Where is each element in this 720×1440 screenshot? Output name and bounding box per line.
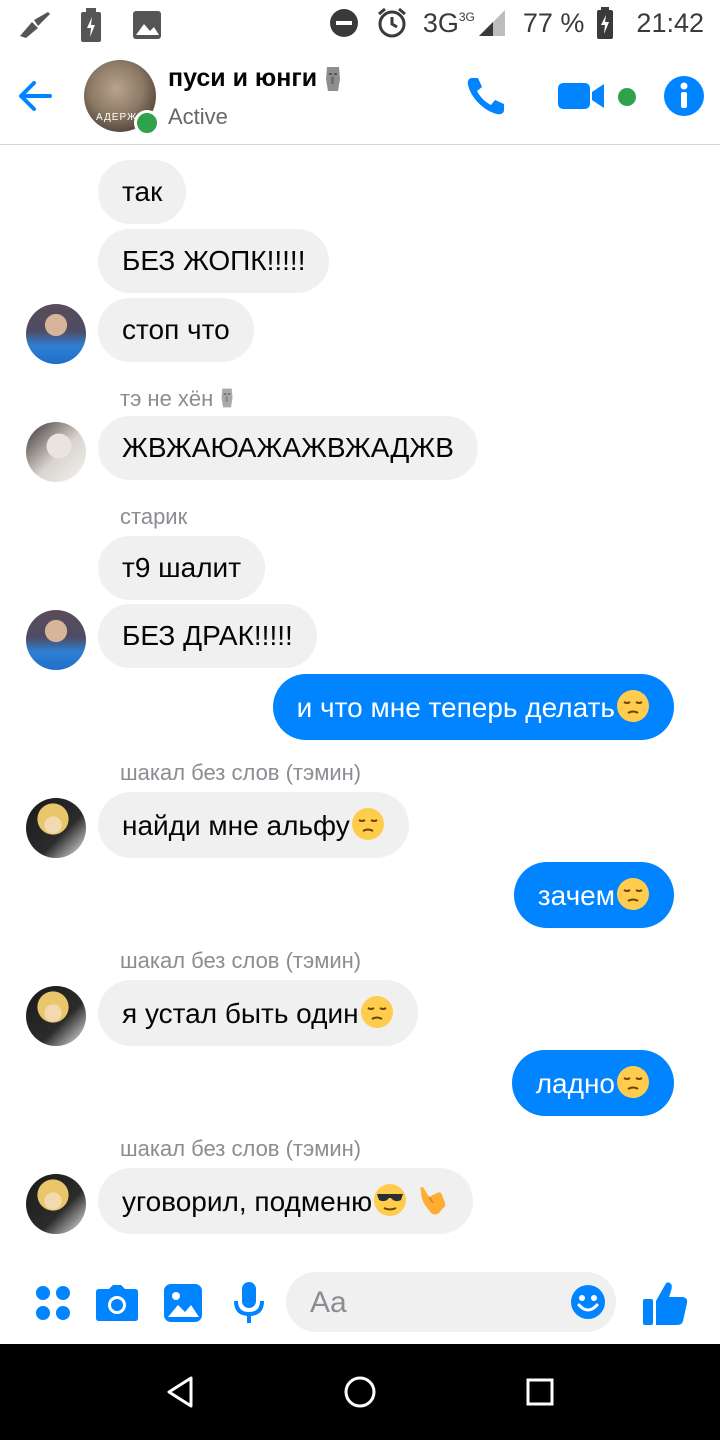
sender-avatar[interactable]	[26, 798, 86, 858]
pensive-face-icon	[617, 878, 649, 910]
sender-name: старик	[120, 504, 188, 529]
message-bubble[interactable]: ладно	[511, 1050, 674, 1116]
message-bubble[interactable]: т9 шалит	[98, 536, 266, 600]
video-call-icon[interactable]	[556, 72, 606, 120]
message-bubble[interactable]: и что мне теперь делать	[272, 674, 674, 740]
call-me-hand-icon	[420, 1187, 446, 1215]
camera-icon[interactable]	[94, 1280, 140, 1326]
menu-dots-icon[interactable]	[30, 1280, 76, 1326]
broom-icon	[18, 8, 52, 42]
system-nav-bar	[0, 1344, 720, 1440]
emoji-icon[interactable]	[570, 1284, 606, 1320]
moai-icon	[221, 388, 233, 408]
sender-avatar[interactable]	[26, 422, 86, 482]
video-active-dot	[618, 88, 636, 106]
sender-name: тэ не хён	[120, 386, 235, 412]
gallery-icon	[130, 8, 164, 42]
message-bubble[interactable]: уговорил, подменю	[98, 1168, 474, 1234]
sender-avatar[interactable]	[26, 986, 86, 1046]
network-type: 3G 3G	[422, 7, 475, 38]
message-input-container	[286, 1272, 616, 1334]
chat-status: Active	[168, 104, 228, 129]
message-bubble[interactable]: я устал быть один	[98, 980, 418, 1046]
sender-avatar[interactable]	[26, 610, 86, 670]
message-composer	[0, 1262, 720, 1344]
phone-icon[interactable]	[462, 72, 510, 120]
message-bubble[interactable]: БЕЗ ДРАК!!!!!	[98, 604, 317, 668]
like-icon[interactable]	[640, 1280, 690, 1326]
battery-icon	[588, 6, 622, 40]
nav-recents-icon[interactable]	[516, 1368, 564, 1416]
message-bubble[interactable]: так	[98, 160, 187, 224]
message-bubble[interactable]: найди мне альфу	[98, 792, 409, 858]
signal-icon	[475, 6, 509, 40]
chat-title[interactable]: пуси и юнги	[168, 64, 343, 93]
clock: 21:42	[636, 7, 704, 38]
message-bubble[interactable]: стоп что	[98, 298, 254, 362]
sender-name: шакал без слов (тэмин)	[120, 1136, 362, 1161]
pensive-face-icon	[360, 996, 393, 1028]
chat-header: АДЕРЖ пуси и юнги Active	[0, 50, 720, 145]
message-bubble[interactable]: БЕЗ ЖОПК!!!!!	[98, 229, 330, 293]
sender-name: шакал без слов (тэмин)	[120, 760, 362, 785]
sender-name: шакал без слов (тэмин)	[120, 948, 362, 973]
status-bar: 3G 3G 77 % 21:42	[0, 0, 720, 50]
nav-home-icon[interactable]	[336, 1368, 384, 1416]
moai-icon	[326, 66, 341, 91]
message-input[interactable]	[308, 1272, 562, 1334]
sunglasses-face-icon	[374, 1184, 407, 1216]
sender-avatar[interactable]	[26, 304, 86, 364]
message-bubble[interactable]: зачем	[513, 862, 674, 928]
battery-saver-icon	[74, 8, 108, 42]
info-icon[interactable]	[662, 72, 706, 120]
pensive-face-icon	[351, 808, 384, 840]
image-icon[interactable]	[160, 1280, 206, 1326]
pensive-face-icon	[617, 690, 649, 722]
alarm-icon	[375, 6, 409, 40]
online-indicator	[134, 110, 160, 136]
do-not-disturb-icon	[327, 6, 361, 40]
pensive-face-icon	[617, 1066, 649, 1098]
sender-avatar[interactable]	[26, 1174, 86, 1234]
microphone-icon[interactable]	[226, 1280, 272, 1326]
message-bubble[interactable]: ЖВЖАЮАЖАЖВЖАДЖВ	[98, 416, 478, 480]
battery-percent: 77 %	[522, 7, 585, 38]
back-arrow-icon[interactable]	[16, 76, 56, 116]
nav-back-icon[interactable]	[156, 1368, 204, 1416]
